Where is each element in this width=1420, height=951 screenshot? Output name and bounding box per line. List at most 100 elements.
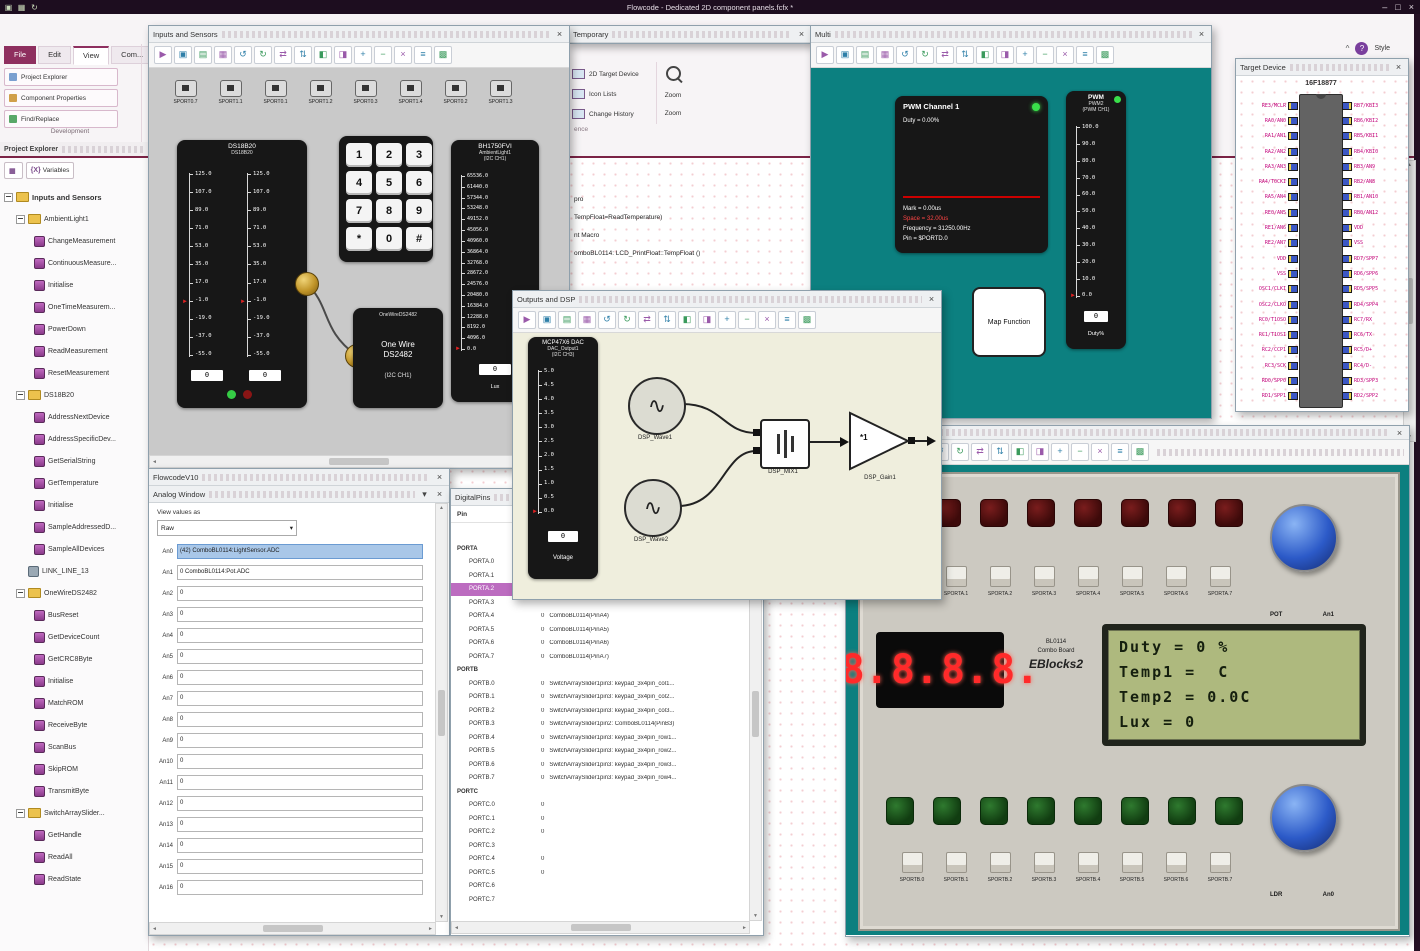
list-icon[interactable]: ≡ [1111,443,1129,461]
list-icon[interactable]: ≡ [414,46,432,64]
toggle-switch[interactable] [1077,852,1099,873]
pin-icon[interactable] [1288,239,1298,248]
zoom-label[interactable]: Zoom [656,110,690,117]
tree-item[interactable]: SkipROM [34,758,146,780]
tree-item[interactable]: DS18B20 [16,384,146,406]
scroll-thumb[interactable] [438,689,445,736]
undo-icon[interactable]: ↺ [896,46,914,64]
toggle-switch[interactable] [1033,566,1055,587]
tree-item[interactable]: LINK_LINE_13 [16,560,146,582]
ribbon-button[interactable]: Component Properties [4,89,118,107]
window-titlebar[interactable]: Inputs and Sensors × [149,26,569,43]
temperature-scale-2[interactable]: 125.0 107.0 89.0 71.0 53.0 35.0 17.0 -1.… [247,171,289,358]
zoom-out-icon[interactable]: − [1036,46,1054,64]
analog-value-field[interactable]: 0 [177,817,423,832]
pin-icon[interactable] [1342,315,1352,324]
delete-icon[interactable]: × [1091,443,1109,461]
chip-body[interactable] [1299,94,1343,408]
port-connector[interactable] [354,80,377,97]
pin-icon[interactable] [1342,147,1352,156]
pin-icon[interactable] [1342,331,1352,340]
pin-icon[interactable] [1342,101,1352,110]
keypad-key[interactable]: 6 [406,171,432,195]
push-button[interactable] [980,797,1008,825]
port-connector[interactable] [309,80,332,97]
analog-value-field[interactable]: 0 [177,670,423,685]
toggle-switch[interactable] [945,852,967,873]
digital-pin-row[interactable]: PORTA.7 0 ComboBL0114(PinA7) [451,650,763,664]
scroll-left-icon[interactable]: ◄ [454,925,459,931]
flip-vertical-icon[interactable]: ⇅ [991,443,1009,461]
voltage-scale[interactable]: 5.0 4.5 4.0 3.5 3.0 2.5 2.0 1.5 1.0 0.5 … [538,368,584,515]
digital-pin-row[interactable]: PORTC.5 0 [451,866,763,880]
tree-item[interactable]: ChangeMeasurement [34,230,146,252]
ribbon-tab[interactable]: File [4,46,37,64]
tree-item[interactable]: ScanBus [34,736,146,758]
tree-item[interactable]: ContinuousMeasure... [34,252,146,274]
pot-knob[interactable] [1270,504,1338,572]
tree-item[interactable]: GetSerialString [34,450,146,472]
delete-icon[interactable]: × [758,311,776,329]
style-label[interactable]: Style [1374,45,1390,52]
digital-pin-row[interactable]: PORTA.4 0 ComboBL0114(PinA4) [451,610,763,624]
tree-item[interactable]: SampleAddressedD... [34,516,146,538]
push-button[interactable] [1215,797,1243,825]
keypad-key[interactable]: # [406,227,432,251]
close-icon[interactable]: × [1393,62,1404,72]
toggle-switch[interactable] [1121,852,1143,873]
keypad-key[interactable]: 7 [346,199,372,223]
toggle-switch[interactable] [901,852,923,873]
close-icon[interactable]: × [1409,2,1414,12]
digital-pin-row[interactable]: PORTC.4 0 [451,853,763,867]
analog-value-field[interactable]: 0 [177,691,423,706]
scroll-thumb[interactable] [329,458,389,465]
ribbon-tab[interactable]: Edit [38,46,72,64]
tree-item[interactable]: ReadAll [34,846,146,868]
analog-value-field[interactable]: 0 [177,649,423,664]
align-left-icon[interactable]: ◧ [1011,443,1029,461]
tree-item[interactable]: OneWireDS2482 [16,582,146,604]
align-left-icon[interactable]: ◧ [314,46,332,64]
pattern-icon[interactable]: ▩ [798,311,816,329]
scroll-thumb[interactable] [262,925,323,932]
port-connector[interactable] [219,80,242,97]
scroll-right-icon[interactable]: ► [428,926,433,932]
flip-vertical-icon[interactable]: ⇅ [294,46,312,64]
close-icon[interactable]: × [1394,428,1405,438]
expander-icon[interactable] [4,192,13,202]
pin-icon[interactable] [1342,361,1352,370]
zoom-out-icon[interactable]: − [374,46,392,64]
digital-pin-row[interactable]: PORTC.7 [451,893,763,907]
view-ribbon-item[interactable]: 2D Target Device [572,64,639,84]
pin-icon[interactable] [1342,162,1352,171]
pin-icon[interactable] [1288,178,1298,187]
pattern-icon[interactable]: ▩ [1131,443,1149,461]
pin-icon[interactable] [1288,269,1298,278]
align-right-icon[interactable]: ◨ [996,46,1014,64]
help-icon[interactable]: ? [1355,42,1369,55]
outputs-panel-canvas[interactable]: MCP47X6 DAC DAC_Output1 (I2C CH3) 5.0 4.… [513,333,941,599]
pin-icon[interactable] [1342,239,1352,248]
pin-icon[interactable] [1288,300,1298,309]
port-connector[interactable] [264,80,287,97]
scroll-down-icon[interactable]: ▼ [439,914,444,920]
pin-icon[interactable] [1288,392,1298,401]
redo-icon[interactable]: ↻ [916,46,934,64]
digital-pin-row[interactable]: PORTC [451,785,763,799]
temperature-scale-1[interactable]: 125.0 107.0 89.0 71.0 53.0 35.0 17.0 -1.… [189,171,231,358]
dsp-wave2-block[interactable]: ∿ [624,479,682,537]
redo-icon[interactable]: ↻ [951,443,969,461]
undo-icon[interactable]: ↺ [234,46,252,64]
toggle-switch[interactable] [1165,566,1187,587]
tree-item[interactable]: MatchROM [34,692,146,714]
panel-titlebar[interactable]: Analog Window ▾ × [149,486,449,503]
tree-item[interactable]: OneTimeMeasurem... [34,296,146,318]
align-left-icon[interactable]: ◧ [976,46,994,64]
digital-pin-row[interactable]: PORTB [451,664,763,678]
pin-icon[interactable] [1342,224,1352,233]
scroll-left-icon[interactable]: ◄ [152,459,157,465]
scroll-thumb[interactable] [570,924,631,931]
tree-item[interactable]: GetDeviceCount [34,626,146,648]
macros-button[interactable]: ▦ [4,162,23,179]
flip-horizontal-icon[interactable]: ⇄ [971,443,989,461]
